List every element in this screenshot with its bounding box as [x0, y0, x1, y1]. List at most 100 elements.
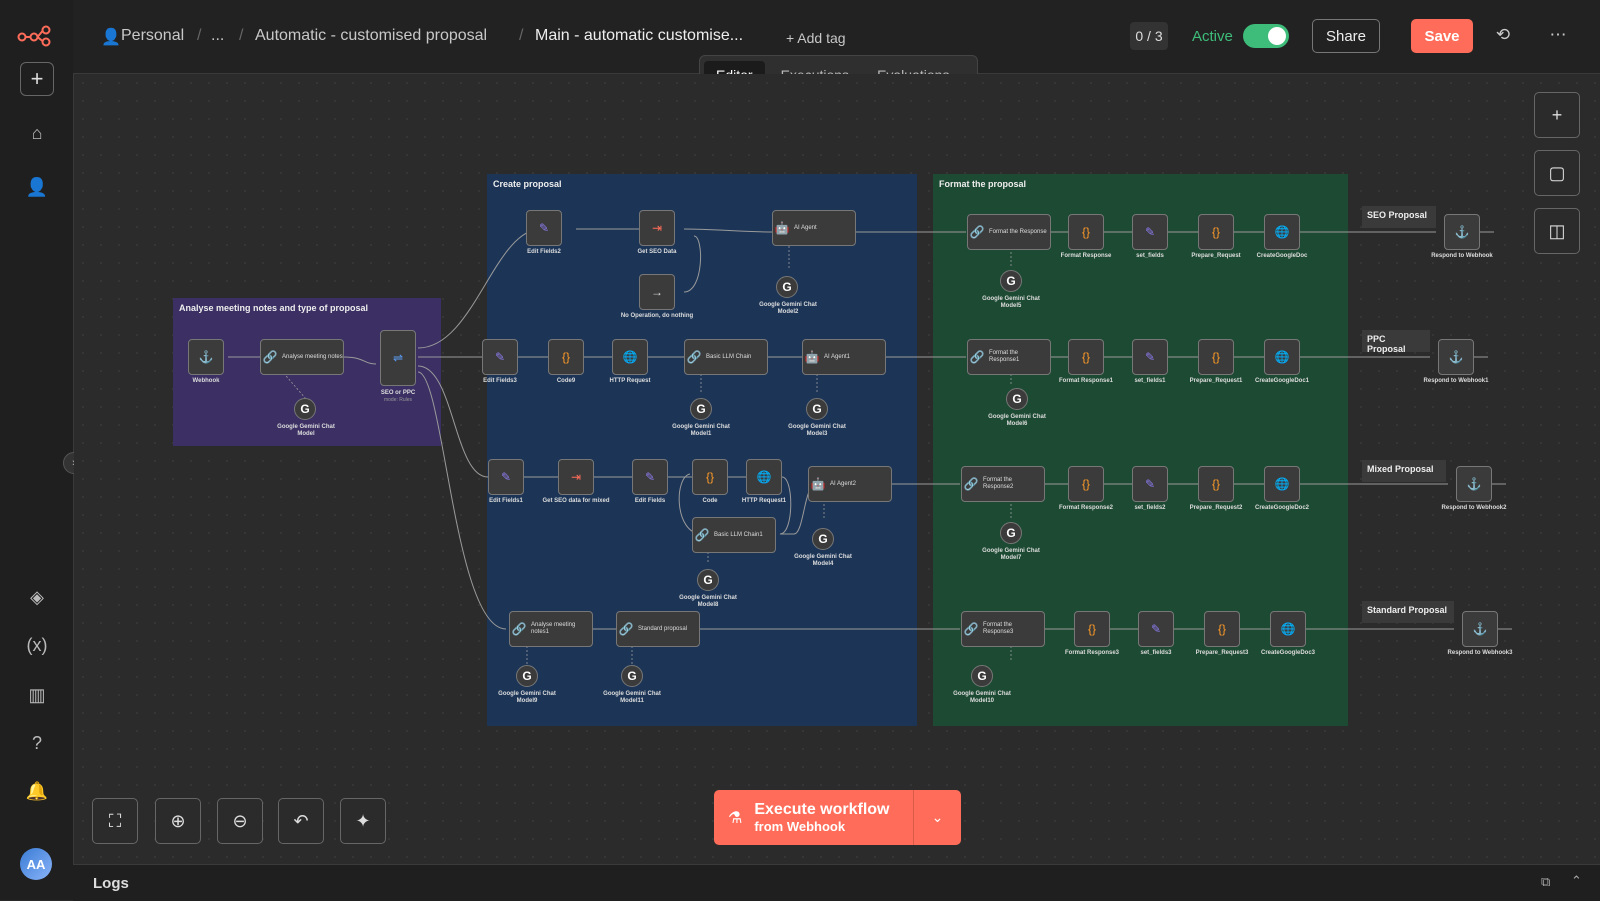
- node-format-the-response3[interactable]: 🔗 Format the Response3: [961, 611, 1045, 647]
- node-format-response[interactable]: {}: [1068, 214, 1104, 250]
- undo-icon[interactable]: ↶: [278, 798, 324, 844]
- breadcrumb-ellipsis[interactable]: ...: [211, 27, 224, 45]
- node-basic-llm-chain1[interactable]: 🔗 Basic LLM Chain1: [692, 517, 776, 553]
- project-user-icon: 👤: [101, 29, 121, 46]
- node-prepare-request[interactable]: {}: [1198, 214, 1234, 250]
- tidy-up-icon[interactable]: ✦: [340, 798, 386, 844]
- add-tag-link[interactable]: + Add tag: [786, 30, 846, 46]
- node-basic-llm-chain[interactable]: 🔗 Basic LLM Chain: [684, 339, 768, 375]
- google-gemini-icon[interactable]: G: [1006, 388, 1028, 410]
- node-create-google-doc1[interactable]: 🌐: [1264, 339, 1300, 375]
- breadcrumb-folder[interactable]: Automatic - customised proposal: [255, 27, 487, 45]
- sticky-mixed-proposal[interactable]: Mixed Proposal: [1362, 460, 1446, 482]
- node-create-google-doc3[interactable]: 🌐: [1270, 611, 1306, 647]
- node-format-the-response1[interactable]: 🔗 Format the Response1: [967, 339, 1051, 375]
- node-ai-agent[interactable]: 🤖 AI Agent: [772, 210, 856, 246]
- node-analyse-meeting-notes1[interactable]: 🔗 Analyse meeting notes1: [509, 611, 593, 647]
- google-gemini-icon[interactable]: G: [1000, 522, 1022, 544]
- node-edit-fields1[interactable]: ✎: [488, 459, 524, 495]
- variables-icon[interactable]: (x): [22, 630, 52, 660]
- insights-chart-icon[interactable]: ▥: [22, 680, 52, 710]
- node-format-the-response2[interactable]: 🔗 Format the Response2: [961, 466, 1045, 502]
- node-standard-proposal[interactable]: 🔗 Standard proposal: [616, 611, 700, 647]
- node-get-seo-data[interactable]: ⇥: [639, 210, 675, 246]
- node-http-request[interactable]: 🌐: [612, 339, 648, 375]
- node-set-fields3[interactable]: ✎: [1138, 611, 1174, 647]
- globe-icon: 🌐: [622, 350, 638, 364]
- chevron-down-icon[interactable]: ⌄: [914, 809, 961, 826]
- google-gemini-icon[interactable]: G: [812, 528, 834, 550]
- node-edit-fields[interactable]: ✎: [632, 459, 668, 495]
- google-gemini-icon[interactable]: G: [690, 398, 712, 420]
- node-set-fields1[interactable]: ✎: [1132, 339, 1168, 375]
- google-gemini-icon[interactable]: G: [294, 398, 316, 420]
- node-no-operation[interactable]: →: [639, 274, 675, 310]
- node-http-request1[interactable]: 🌐: [746, 459, 782, 495]
- sticky-ppc-proposal[interactable]: PPC Proposal: [1362, 330, 1430, 354]
- node-get-seo-data-mixed[interactable]: ⇥: [558, 459, 594, 495]
- active-toggle[interactable]: [1243, 24, 1289, 48]
- node-code[interactable]: {}: [692, 459, 728, 495]
- google-gemini-icon[interactable]: G: [697, 569, 719, 591]
- node-ai-agent2[interactable]: 🤖 AI Agent2: [808, 466, 892, 502]
- avatar[interactable]: AA: [20, 848, 52, 880]
- pop-out-icon[interactable]: ⧉: [1541, 874, 1550, 890]
- more-options-icon[interactable]: ⋯: [1547, 24, 1569, 46]
- node-format-response1[interactable]: {}: [1068, 339, 1104, 375]
- zoom-out-icon[interactable]: ⊖: [217, 798, 263, 844]
- node-prepare-request2[interactable]: {}: [1198, 466, 1234, 502]
- execute-workflow-button[interactable]: ⚗ Execute workflow from Webhook ⌄: [714, 790, 961, 845]
- node-respond-to-webhook3[interactable]: ⚓: [1462, 611, 1498, 647]
- create-new-button[interactable]: +: [20, 62, 54, 96]
- chevron-up-icon[interactable]: ⌃: [1571, 873, 1582, 889]
- breadcrumb-project[interactable]: Personal: [121, 27, 184, 45]
- share-button[interactable]: Share: [1312, 19, 1380, 53]
- node-respond-to-webhook1[interactable]: ⚓: [1438, 339, 1474, 375]
- save-button[interactable]: Save: [1411, 19, 1473, 53]
- fit-view-icon[interactable]: ⛶: [92, 798, 138, 844]
- sticky-seo-proposal[interactable]: SEO Proposal: [1362, 206, 1436, 228]
- node-ai-agent1[interactable]: 🤖 AI Agent1: [802, 339, 886, 375]
- google-gemini-icon[interactable]: G: [516, 665, 538, 687]
- node-respond-to-webhook[interactable]: ⚓: [1444, 214, 1480, 250]
- node-prepare-request1[interactable]: {}: [1198, 339, 1234, 375]
- sticky-standard-proposal[interactable]: Standard Proposal: [1362, 601, 1454, 623]
- notifications-bell-icon[interactable]: 🔔: [22, 776, 52, 806]
- templates-icon[interactable]: ◈: [22, 582, 52, 612]
- help-icon[interactable]: ?: [22, 728, 52, 758]
- node-respond-to-webhook2[interactable]: ⚓: [1456, 466, 1492, 502]
- node-prepare-request3[interactable]: {}: [1204, 611, 1240, 647]
- google-gemini-icon[interactable]: G: [621, 665, 643, 687]
- pencil-icon: ✎: [644, 470, 656, 484]
- node-create-google-doc2[interactable]: 🌐: [1264, 466, 1300, 502]
- home-icon[interactable]: ⌂: [22, 118, 52, 148]
- node-edit-fields3[interactable]: ✎: [482, 339, 518, 375]
- node-set-fields[interactable]: ✎: [1132, 214, 1168, 250]
- logs-panel[interactable]: Logs ⧉ ⌃: [73, 864, 1600, 901]
- node-format-response2[interactable]: {}: [1068, 466, 1104, 502]
- google-gemini-icon[interactable]: G: [776, 276, 798, 298]
- node-analyse-meeting-notes[interactable]: 🔗 Analyse meeting notes: [260, 339, 344, 375]
- google-gemini-icon[interactable]: G: [806, 398, 828, 420]
- workflow-canvas[interactable]: Analyse meeting notes and type of propos…: [74, 74, 1600, 864]
- google-gemini-icon[interactable]: G: [1000, 270, 1022, 292]
- n8n-logo-icon[interactable]: [17, 22, 57, 48]
- node-webhook[interactable]: ⚓: [188, 339, 224, 375]
- node-create-google-doc[interactable]: 🌐: [1264, 214, 1300, 250]
- panel-toggle-icon[interactable]: ◫: [1534, 208, 1580, 254]
- node-format-response3[interactable]: {}: [1074, 611, 1110, 647]
- add-node-button[interactable]: +: [1534, 92, 1580, 138]
- zoom-in-icon[interactable]: ⊕: [155, 798, 201, 844]
- workflow-name[interactable]: Main - automatic customise...: [535, 27, 743, 45]
- node-code9[interactable]: {}: [548, 339, 584, 375]
- google-gemini-icon[interactable]: G: [971, 665, 993, 687]
- pencil-icon: ✎: [1144, 225, 1156, 239]
- sticky-note-icon[interactable]: ▢: [1534, 150, 1580, 196]
- node-set-fields2[interactable]: ✎: [1132, 466, 1168, 502]
- user-icon[interactable]: 👤: [22, 172, 52, 202]
- node-format-the-response[interactable]: 🔗 Format the Response: [967, 214, 1051, 250]
- node-edit-fields2[interactable]: ✎: [526, 210, 562, 246]
- node-seo-or-ppc-switch[interactable]: ⇌: [380, 330, 416, 386]
- history-icon[interactable]: ⟲: [1492, 24, 1514, 46]
- execute-main[interactable]: ⚗ Execute workflow from Webhook: [714, 790, 914, 845]
